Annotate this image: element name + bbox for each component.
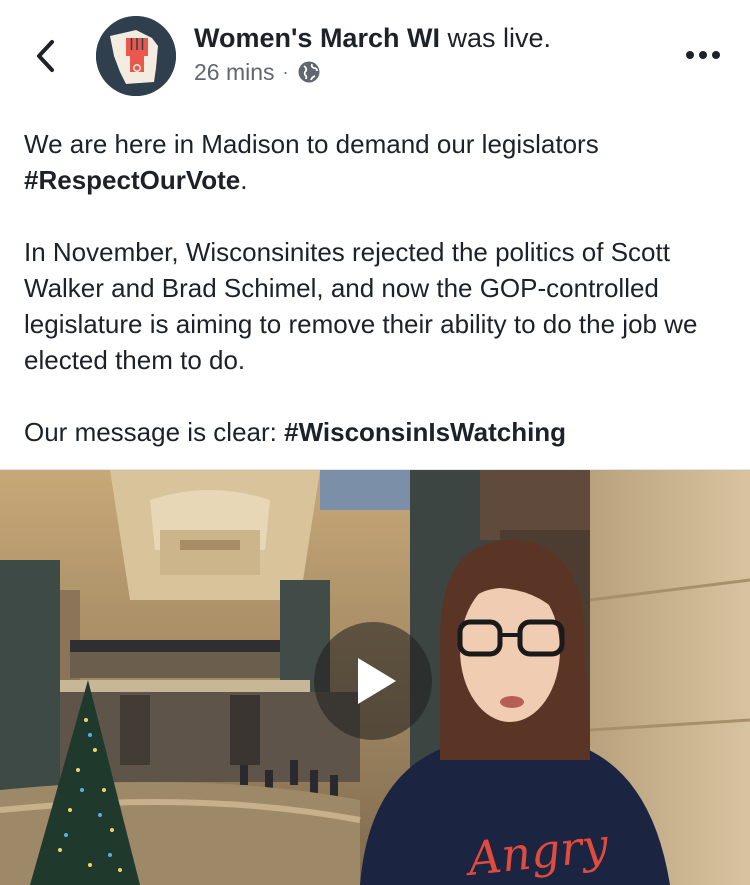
post-message: We are here in Madison to demand our leg… xyxy=(24,126,724,450)
raised-fist-logo xyxy=(96,16,176,96)
back-button[interactable] xyxy=(30,36,64,76)
more-dots-icon xyxy=(699,51,707,59)
more-dots-icon xyxy=(686,51,694,59)
globe-icon xyxy=(297,60,321,84)
post-text-line: Our message is clear: xyxy=(24,417,277,447)
page-name-link[interactable]: Women's March WI xyxy=(194,23,440,53)
page-avatar[interactable] xyxy=(96,16,176,96)
hashtag-wisconsin-is-watching[interactable]: #WisconsinIsWatching xyxy=(284,417,566,447)
hashtag-respect-our-vote[interactable]: #RespectOurVote xyxy=(24,165,240,195)
post-text-period: . xyxy=(240,165,248,195)
post-author-line: Women's March WI was live. xyxy=(194,22,551,54)
meta-separator: · xyxy=(282,62,289,82)
post-meta: 26 mins · xyxy=(194,58,321,86)
post-paragraph-1: We are here in Madison to demand our leg… xyxy=(24,126,724,198)
post-header: Women's March WI was live. 26 mins · xyxy=(0,0,750,110)
play-icon xyxy=(358,658,396,704)
play-button[interactable] xyxy=(314,622,432,740)
post-paragraph-2: In November, Wisconsinites rejected the … xyxy=(24,237,698,375)
post-paragraph-3: Our message is clear: #WisconsinIsWatchi… xyxy=(24,414,724,450)
post-text-line: We are here in Madison to demand our leg… xyxy=(24,129,599,159)
live-status-text: was live. xyxy=(447,23,551,53)
more-options-button[interactable] xyxy=(684,42,724,66)
more-dots-icon xyxy=(712,51,720,59)
post-timestamp[interactable]: 26 mins xyxy=(194,58,275,86)
chevron-left-icon xyxy=(37,40,54,72)
